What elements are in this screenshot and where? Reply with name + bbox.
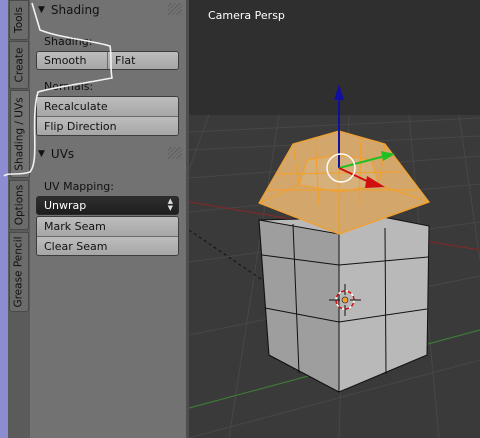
tab-grease-pencil[interactable]: Grease Pencil	[9, 232, 29, 312]
viewport-scene[interactable]	[189, 0, 480, 438]
seam-button-group: Mark Seam Clear Seam	[36, 216, 179, 256]
tab-grease-pencil-label: Grease Pencil	[13, 236, 26, 308]
3d-viewport[interactable]: Camera Persp	[189, 0, 480, 438]
tool-shelf-panel: ▼ Shading Shading: Smooth Flat Normals: …	[3, 0, 188, 438]
panel-grip-icon[interactable]	[168, 3, 182, 15]
viewport-title: Camera Persp	[208, 9, 285, 22]
panel-grip-icon[interactable]	[168, 147, 182, 159]
origin-dot-icon	[341, 296, 349, 304]
unwrap-dropdown-value: Unwrap	[44, 199, 87, 212]
mark-seam-button[interactable]: Mark Seam	[37, 217, 178, 236]
annotation-scribble	[3, 2, 113, 177]
dropdown-arrows-icon: ▲ ▼	[167, 197, 173, 212]
clear-seam-button[interactable]: Clear Seam	[37, 236, 178, 255]
